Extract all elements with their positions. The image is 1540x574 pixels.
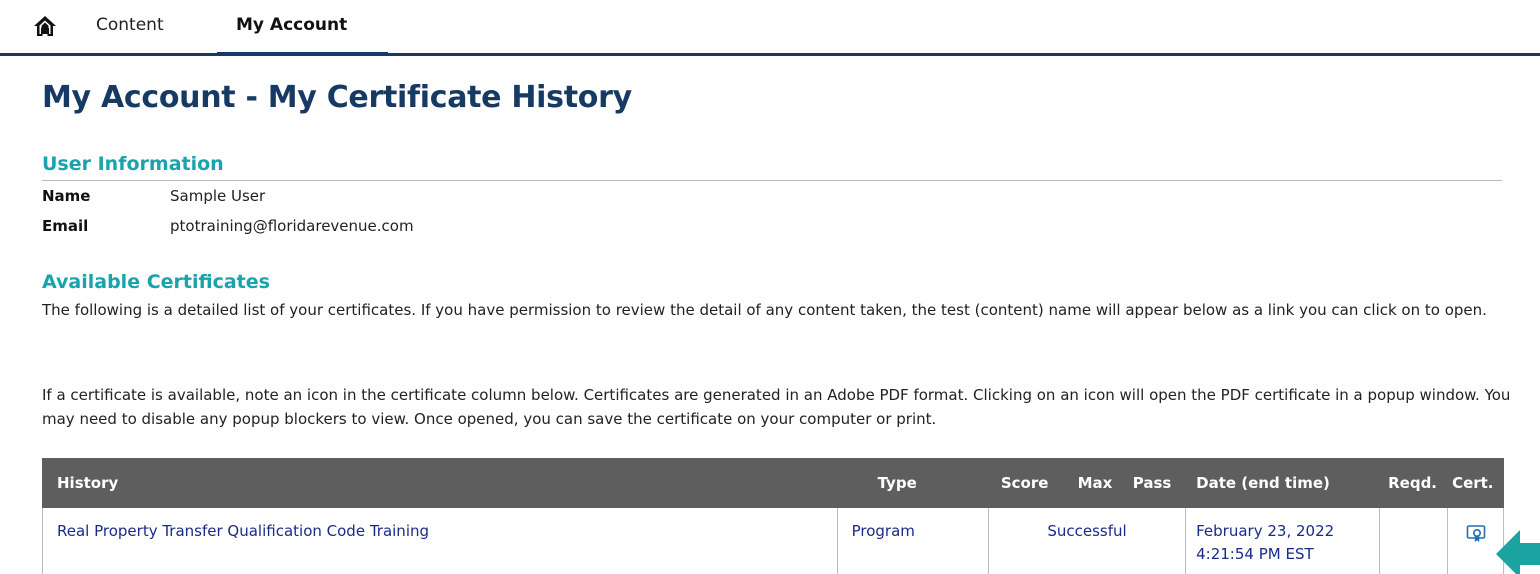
email-label: Email xyxy=(42,217,89,235)
name-label: Name xyxy=(42,187,91,205)
table-header-row: History Type Score Max Pass Date (end ti… xyxy=(42,458,1504,508)
date-cell: February 23, 2022 4:21:54 PM EST xyxy=(1185,507,1381,574)
column-header-pass[interactable]: Pass xyxy=(1123,458,1187,508)
history-cell: Real Property Transfer Qualification Cod… xyxy=(42,507,838,574)
certificates-instructions: If a certificate is available, note an i… xyxy=(42,386,1511,428)
home-icon[interactable] xyxy=(32,13,58,39)
reqd-cell xyxy=(1379,507,1449,574)
time-line: 4:21:54 PM EST xyxy=(1196,545,1314,563)
column-header-history[interactable]: History xyxy=(42,458,838,508)
divider xyxy=(42,180,1502,181)
column-header-max[interactable]: Max xyxy=(1064,458,1125,508)
top-navigation: Content My Account xyxy=(0,0,1540,56)
certificate-icon[interactable] xyxy=(1466,524,1486,544)
available-certificates-heading: Available Certificates xyxy=(42,271,270,293)
history-link[interactable]: Real Property Transfer Qualification Cod… xyxy=(57,522,429,540)
type-cell: Program xyxy=(836,507,989,574)
tab-my-account[interactable]: My Account xyxy=(217,13,388,56)
page-title: My Account - My Certificate History xyxy=(42,80,632,115)
email-value: ptotraining@floridarevenue.com xyxy=(170,217,414,235)
column-header-score[interactable]: Score xyxy=(987,458,1066,508)
user-information-heading: User Information xyxy=(42,153,224,175)
result-cell: Successful xyxy=(987,507,1187,574)
certificates-description: The following is a detailed list of your… xyxy=(42,301,1487,319)
column-header-date[interactable]: Date (end time) xyxy=(1185,458,1381,508)
certificate-history-table: History Type Score Max Pass Date (end ti… xyxy=(42,458,1504,574)
column-header-cert[interactable]: Cert. xyxy=(1447,458,1504,508)
pointer-arrow-icon xyxy=(1496,530,1540,574)
tab-content[interactable]: Content xyxy=(96,13,164,37)
name-value: Sample User xyxy=(170,187,266,205)
table-row: Real Property Transfer Qualification Cod… xyxy=(42,507,1504,574)
column-header-type[interactable]: Type xyxy=(836,458,989,508)
date-line: February 23, 2022 xyxy=(1196,522,1335,540)
column-header-reqd[interactable]: Reqd. xyxy=(1379,458,1449,508)
